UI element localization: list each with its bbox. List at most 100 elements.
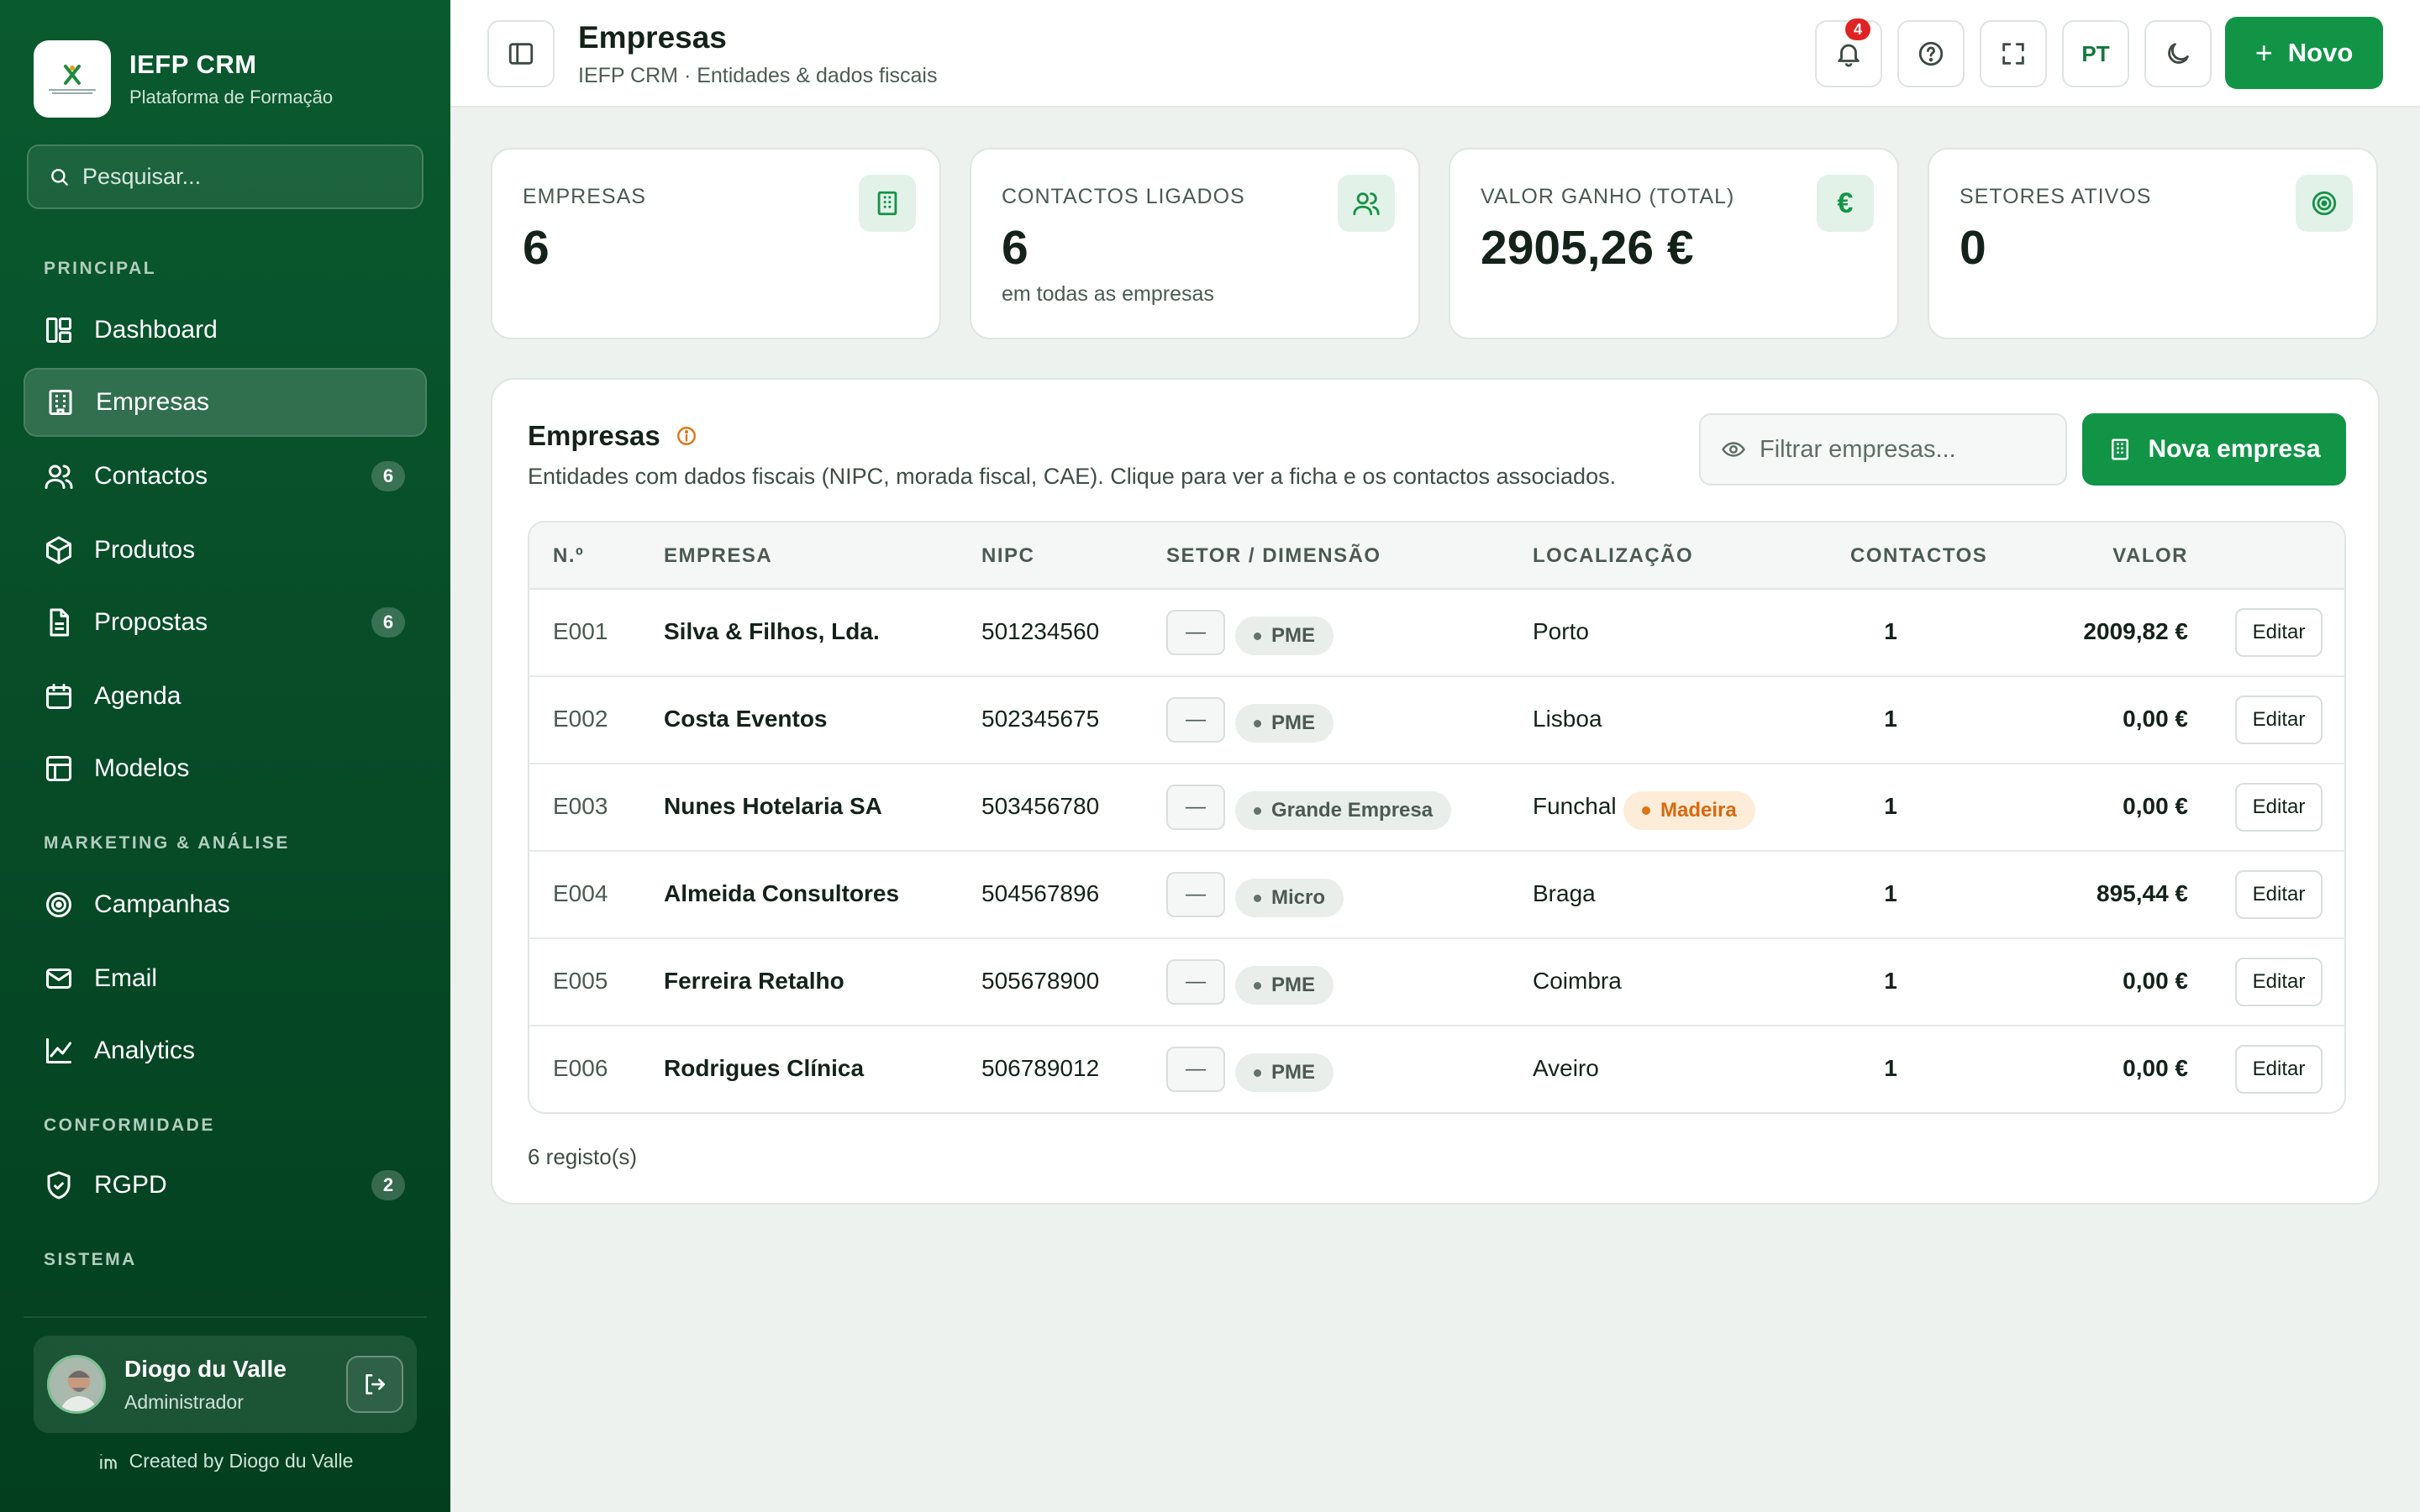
sidebar-item-analytics[interactable]: Analytics — [24, 1016, 427, 1085]
sidebar-item-campanhas[interactable]: Campanhas — [24, 870, 427, 939]
sidebar-item-dashboard[interactable]: Dashboard — [24, 296, 427, 365]
credit-text: Created by Diogo du Valle — [129, 1450, 354, 1472]
stat-label: CONTACTOS LIGADOS — [1002, 185, 1245, 208]
sidebar-item-label: Produtos — [94, 536, 196, 564]
size-badge: Grande Empresa — [1235, 791, 1452, 830]
column-header[interactable]: VALOR — [2104, 544, 2188, 568]
sidebar-item-label: Campanhas — [94, 890, 230, 918]
company-name[interactable]: Silva & Filhos, Lda. — [664, 618, 880, 645]
company-name[interactable]: Almeida Consultores — [664, 880, 899, 907]
sidebar-search[interactable] — [27, 144, 424, 209]
users-icon — [45, 465, 73, 489]
edit-button[interactable]: Editar — [2235, 783, 2323, 832]
sector-button[interactable]: — — [1166, 610, 1225, 655]
sidebar-item-label: Analytics — [94, 1037, 196, 1064]
company-contacts: 1 — [1884, 1055, 1897, 1081]
section-title: Empresas — [528, 420, 660, 451]
edit-button[interactable]: Editar — [2235, 696, 2323, 744]
table-row[interactable]: E002 Costa Eventos 502345675 — PME Lisbo… — [529, 677, 2344, 764]
credit-link[interactable]: Created by Diogo du Valle — [0, 1450, 450, 1473]
company-location: Lisboa — [1533, 706, 1602, 732]
page-title: Empresas — [578, 20, 727, 55]
table-row[interactable]: E006 Rodrigues Clínica 506789012 — PME A… — [529, 1026, 2344, 1112]
sidebar-item-email[interactable]: Email — [24, 944, 427, 1013]
company-contacts: 1 — [1884, 793, 1897, 819]
edit-button[interactable]: Editar — [2235, 870, 2323, 919]
help-button[interactable] — [1897, 20, 1965, 87]
mail-icon — [46, 969, 71, 989]
edit-button[interactable]: Editar — [2235, 608, 2323, 657]
companies-card: Empresas Entidades com dados fiscais (NI… — [491, 378, 2380, 1205]
fullscreen-button[interactable] — [1980, 20, 2047, 87]
company-id: E003 — [553, 793, 608, 819]
new-button[interactable]: + Novo — [2225, 17, 2383, 89]
company-contacts: 1 — [1884, 706, 1897, 732]
edit-button[interactable]: Editar — [2235, 958, 2323, 1006]
size-badge: PME — [1235, 1053, 1334, 1092]
search-input[interactable] — [82, 164, 402, 190]
table-row[interactable]: E005 Ferreira Retalho 505678900 — PME Co… — [529, 939, 2344, 1026]
filter-field[interactable] — [1699, 413, 2067, 486]
language-button[interactable]: PT — [2062, 20, 2129, 87]
column-header[interactable]: N.º — [553, 544, 584, 568]
chart-icon — [46, 1038, 71, 1063]
sidebar-item-label: Propostas — [94, 608, 208, 636]
sidebar-toggle-button[interactable] — [487, 20, 555, 87]
size-badge: PME — [1235, 966, 1334, 1005]
sidebar-item-contactos[interactable]: Contactos 6 — [24, 442, 427, 511]
sidebar-item-rgpd[interactable]: RGPD 2 — [24, 1151, 427, 1220]
panel-icon — [508, 43, 534, 65]
page-subtitle: IEFP CRM · Entidades & dados fiscais — [578, 64, 938, 87]
table-row[interactable]: E001 Silva & Filhos, Lda. 501234560 — PM… — [529, 590, 2344, 677]
column-header[interactable]: EMPRESA — [664, 544, 772, 568]
shield-icon — [47, 1171, 71, 1200]
region-badge: Madeira — [1623, 791, 1755, 830]
theme-toggle-button[interactable] — [2144, 20, 2212, 87]
sector-button[interactable]: — — [1166, 959, 1225, 1005]
sidebar-item-empresas[interactable]: Empresas — [24, 368, 427, 437]
section-description: Entidades com dados fiscais (NIPC, morad… — [528, 464, 1617, 489]
column-header[interactable]: LOCALIZAÇÃO — [1533, 544, 1693, 568]
company-value: 0,00 € — [2123, 706, 2188, 732]
company-name[interactable]: Costa Eventos — [664, 706, 828, 732]
column-header[interactable]: SETOR / DIMENSÃO — [1166, 544, 1381, 568]
info-icon[interactable] — [676, 425, 697, 447]
count-badge: 2 — [371, 1170, 405, 1200]
company-name[interactable]: Rodrigues Clínica — [664, 1055, 864, 1082]
stat-value: 2905,26 € — [1481, 221, 1694, 275]
company-nipc: 501234560 — [981, 618, 1100, 644]
sector-button[interactable]: — — [1166, 872, 1225, 917]
companies-table: N.º EMPRESA NIPC SETOR / DIMENSÃO LOCALI… — [528, 521, 2346, 1114]
table-row[interactable]: E003 Nunes Hotelaria SA 503456780 — Gran… — [529, 764, 2344, 852]
sidebar-item-label: Modelos — [94, 754, 190, 782]
company-name[interactable]: Ferreira Retalho — [664, 968, 844, 995]
record-count: 6 registo(s) — [528, 1144, 638, 1169]
company-location: Braga — [1533, 880, 1596, 906]
company-name[interactable]: Nunes Hotelaria SA — [664, 793, 882, 820]
sector-button[interactable]: — — [1166, 697, 1225, 743]
new-button-label: Novo — [2287, 38, 2354, 67]
sidebar-item-label: Agenda — [94, 682, 182, 710]
sidebar-item-produtos[interactable]: Produtos — [24, 516, 427, 585]
filter-input[interactable] — [1760, 435, 2062, 464]
company-nipc: 502345675 — [981, 706, 1100, 732]
column-header[interactable]: CONTACTOS — [1850, 544, 1987, 568]
sidebar-item-agenda[interactable]: Agenda — [24, 662, 427, 731]
sidebar-item-propostas[interactable]: Propostas 6 — [24, 588, 427, 657]
column-header[interactable]: NIPC — [981, 544, 1034, 568]
new-company-button[interactable]: Nova empresa — [2082, 413, 2346, 486]
stat-card-valor: VALOR GANHO (TOTAL) 2905,26 € € — [1449, 148, 1899, 339]
section-conformidade: CONFORMIDADE — [44, 1116, 215, 1135]
logout-button[interactable] — [346, 1356, 403, 1413]
size-badge: PME — [1235, 704, 1334, 743]
user-card[interactable]: Diogo du Valle Administrador — [34, 1336, 417, 1433]
notifications-button[interactable]: 4 — [1815, 18, 1882, 87]
sector-button[interactable]: — — [1166, 785, 1225, 830]
sector-button[interactable]: — — [1166, 1047, 1225, 1092]
language-label: PT — [2081, 40, 2110, 66]
sidebar-item-label: RGPD — [94, 1171, 167, 1199]
edit-button[interactable]: Editar — [2235, 1045, 2323, 1094]
brand[interactable]: IEFP CRM Plataforma de Formação — [34, 40, 333, 118]
table-row[interactable]: E004 Almeida Consultores 504567896 — Mic… — [529, 852, 2344, 939]
sidebar-item-modelos[interactable]: Modelos — [24, 734, 427, 803]
